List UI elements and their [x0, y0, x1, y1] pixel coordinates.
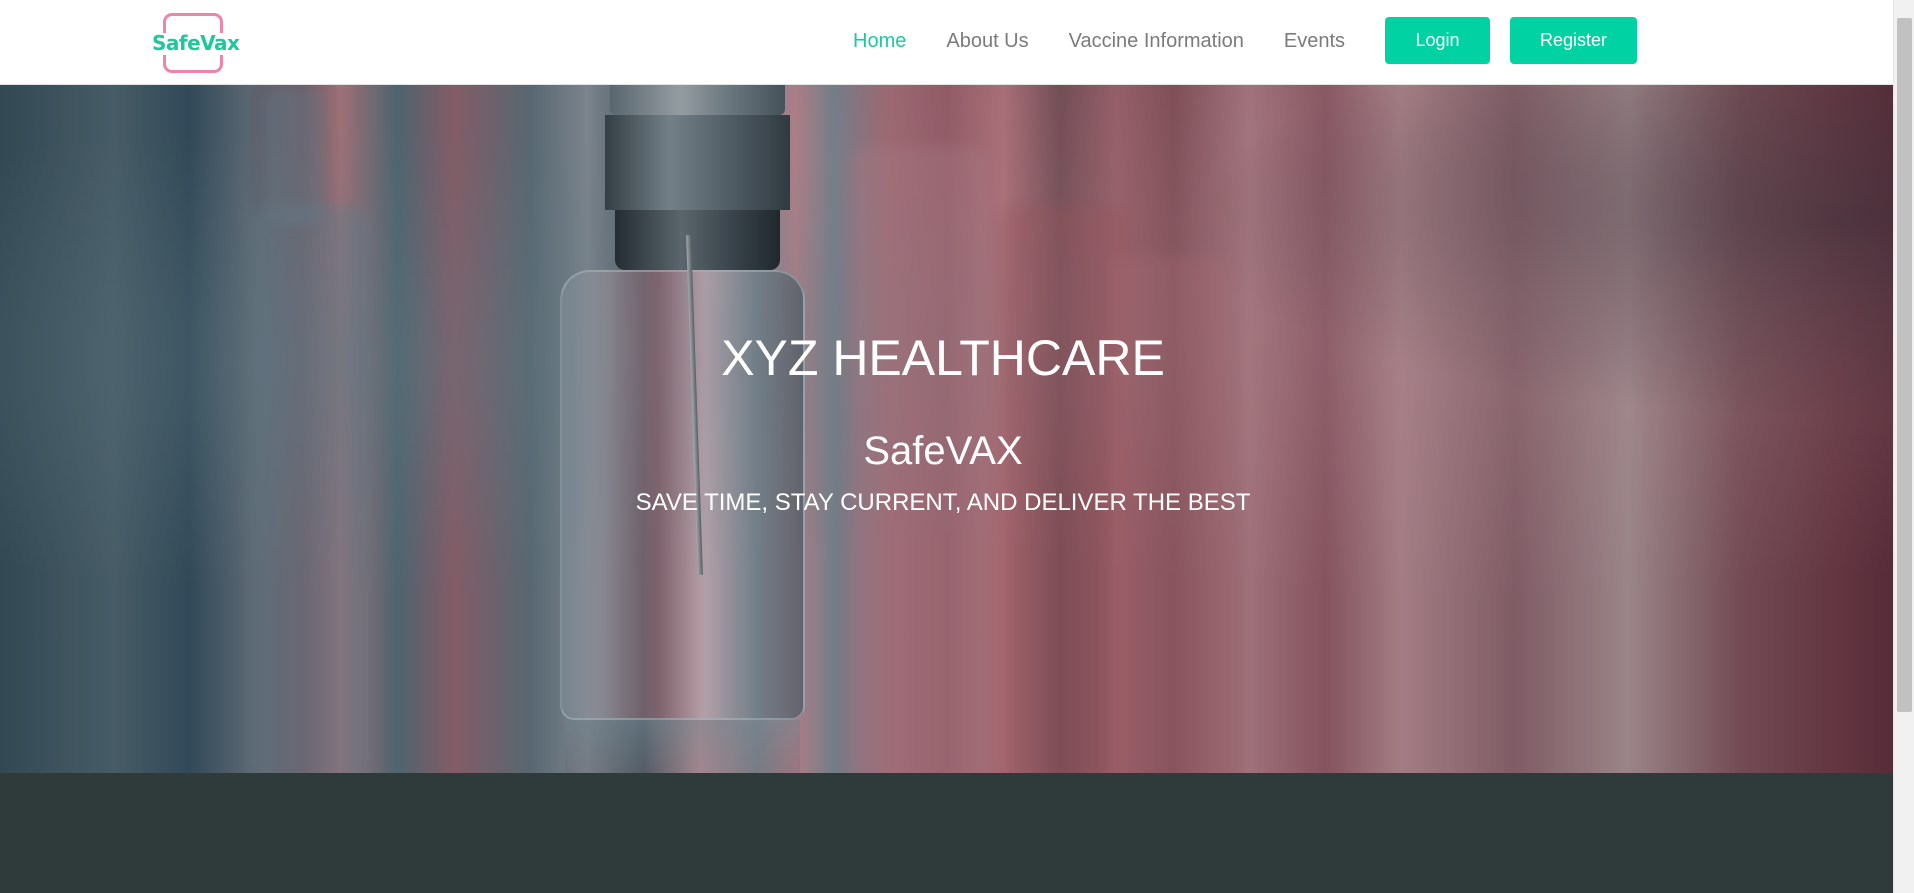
- login-button[interactable]: Login: [1385, 17, 1490, 64]
- scrollbar-thumb[interactable]: [1897, 18, 1912, 712]
- logo-text: SafeVax: [152, 31, 240, 55]
- content-section: [0, 773, 1893, 893]
- nav-link-about-us[interactable]: About Us: [946, 30, 1028, 53]
- register-button[interactable]: Register: [1510, 17, 1637, 64]
- page-scrollbar[interactable]: [1893, 0, 1914, 893]
- hero-tagline: SAVE TIME, STAY CURRENT, AND DELIVER THE…: [635, 489, 1251, 516]
- main-nav: Home About Us Vaccine Information Events: [853, 0, 1385, 82]
- nav-link-vaccine-information[interactable]: Vaccine Information: [1069, 30, 1244, 53]
- nav-link-events[interactable]: Events: [1284, 30, 1345, 53]
- page: SafeVax Home About Us Vaccine Informatio…: [0, 0, 1914, 893]
- safevax-logo[interactable]: SafeVax: [152, 13, 240, 73]
- hero-title: XYZ HEALTHCARE: [721, 330, 1165, 386]
- nav-link-home[interactable]: Home: [853, 30, 906, 53]
- hero-banner: XYZ HEALTHCARE SafeVAX SAVE TIME, STAY C…: [0, 85, 1893, 773]
- hero-text: XYZ HEALTHCARE SafeVAX SAVE TIME, STAY C…: [0, 85, 1893, 773]
- hero-brand: SafeVAX: [863, 429, 1023, 473]
- navbar: SafeVax Home About Us Vaccine Informatio…: [0, 0, 1893, 85]
